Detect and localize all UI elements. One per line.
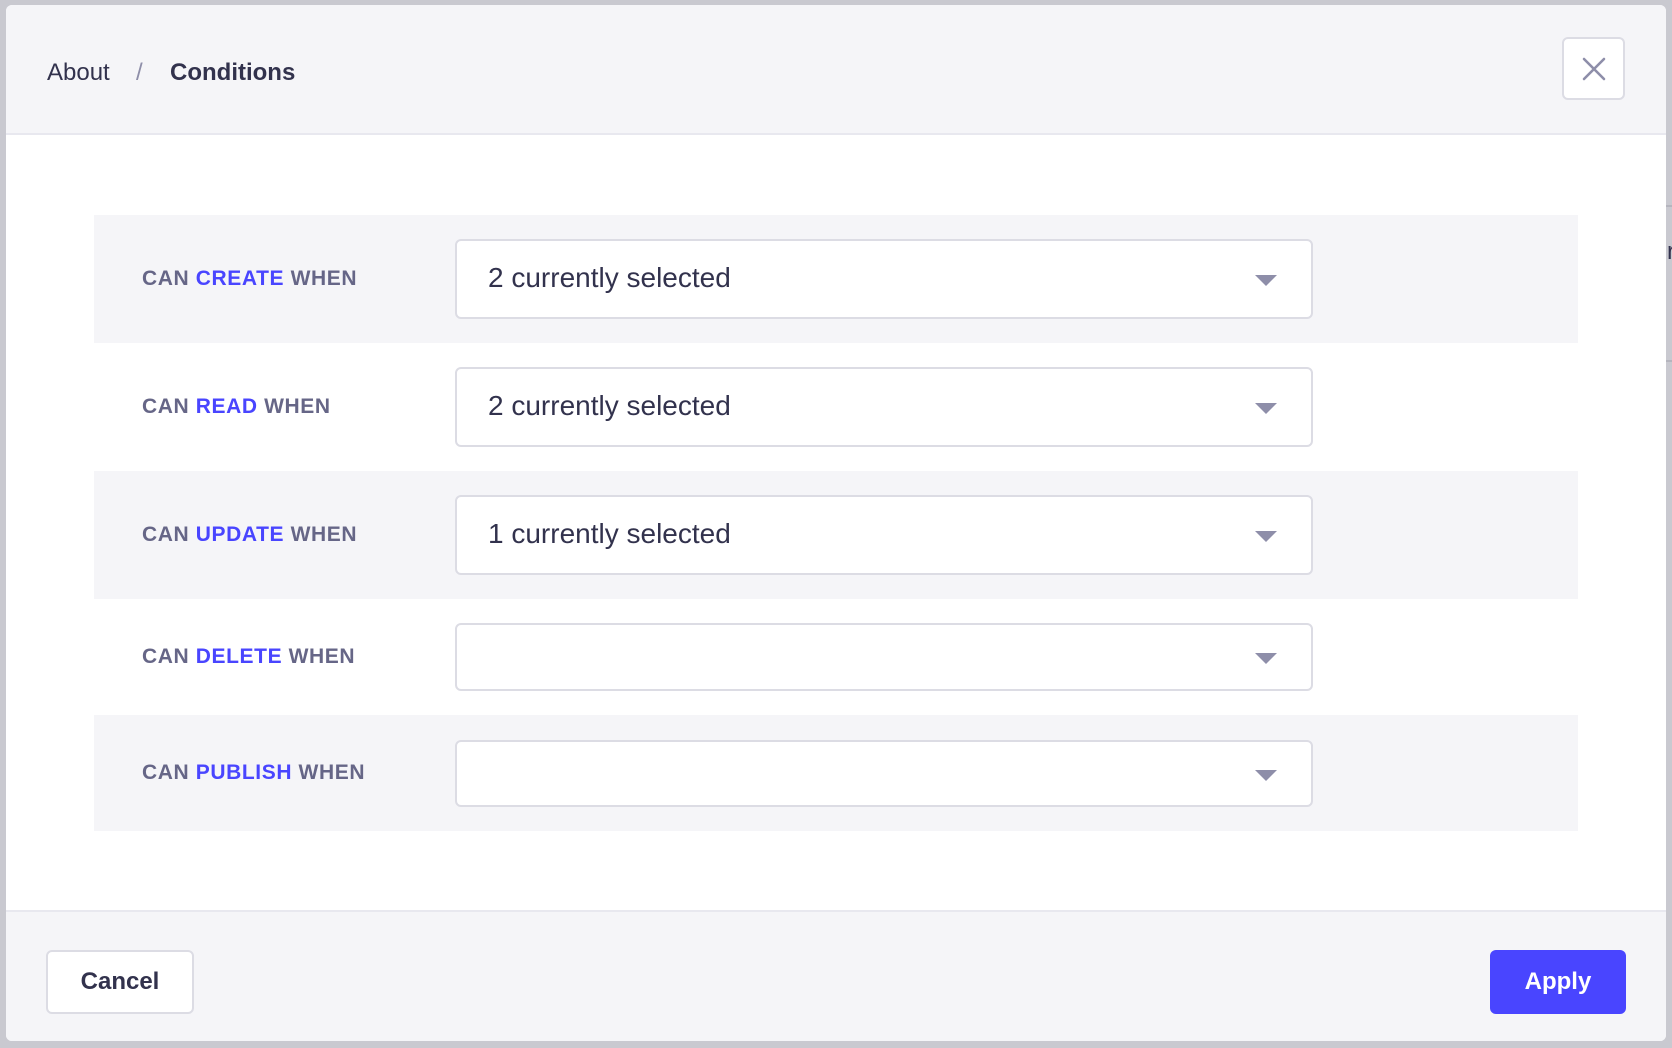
caret-down-icon xyxy=(1255,770,1277,781)
breadcrumb-about[interactable]: About xyxy=(47,59,110,87)
condition-select-update[interactable]: 1 currently selected xyxy=(455,495,1313,575)
conditions-modal: About / Conditions CAN CREATE WHEN 2 cur… xyxy=(6,5,1666,1041)
condition-select-publish[interactable] xyxy=(455,740,1313,807)
cancel-button[interactable]: Cancel xyxy=(46,950,194,1014)
condition-action: READ xyxy=(196,395,258,418)
condition-action: UPDATE xyxy=(196,523,284,546)
condition-label: CAN CREATE WHEN xyxy=(142,267,357,291)
condition-select-read[interactable]: 2 currently selected xyxy=(455,367,1313,447)
condition-action: CREATE xyxy=(196,267,284,290)
caret-down-icon xyxy=(1255,403,1277,414)
condition-label: CAN PUBLISH WHEN xyxy=(142,761,365,785)
background-divider xyxy=(1666,360,1672,362)
condition-label: CAN READ WHEN xyxy=(142,395,331,419)
caret-down-icon xyxy=(1255,275,1277,286)
background-page-text: r xyxy=(1667,238,1672,266)
condition-label: CAN UPDATE WHEN xyxy=(142,523,357,547)
breadcrumb-conditions: Conditions xyxy=(170,59,295,87)
close-button[interactable] xyxy=(1562,37,1625,100)
condition-label: CAN DELETE WHEN xyxy=(142,645,355,669)
condition-row-delete: CAN DELETE WHEN xyxy=(94,599,1578,715)
apply-button[interactable]: Apply xyxy=(1490,950,1626,1014)
condition-select-delete[interactable] xyxy=(455,623,1313,691)
select-value: 2 currently selected xyxy=(488,390,731,422)
caret-down-icon xyxy=(1255,531,1277,542)
conditions-list: CAN CREATE WHEN 2 currently selected CAN… xyxy=(94,215,1578,831)
breadcrumb-separator: / xyxy=(136,59,143,87)
condition-row-read: CAN READ WHEN 2 currently selected xyxy=(94,343,1578,471)
condition-row-create: CAN CREATE WHEN 2 currently selected xyxy=(94,215,1578,343)
modal-header: About / Conditions xyxy=(6,5,1666,135)
condition-row-update: CAN UPDATE WHEN 1 currently selected xyxy=(94,471,1578,599)
select-value: 2 currently selected xyxy=(488,262,731,294)
background-divider xyxy=(1666,205,1672,207)
modal-footer: Cancel Apply xyxy=(6,910,1666,1041)
close-icon xyxy=(1582,57,1606,81)
caret-down-icon xyxy=(1255,653,1277,664)
condition-row-publish: CAN PUBLISH WHEN xyxy=(94,715,1578,831)
select-value: 1 currently selected xyxy=(488,518,731,550)
condition-select-create[interactable]: 2 currently selected xyxy=(455,239,1313,319)
condition-action: PUBLISH xyxy=(196,761,292,784)
condition-action: DELETE xyxy=(196,645,282,668)
